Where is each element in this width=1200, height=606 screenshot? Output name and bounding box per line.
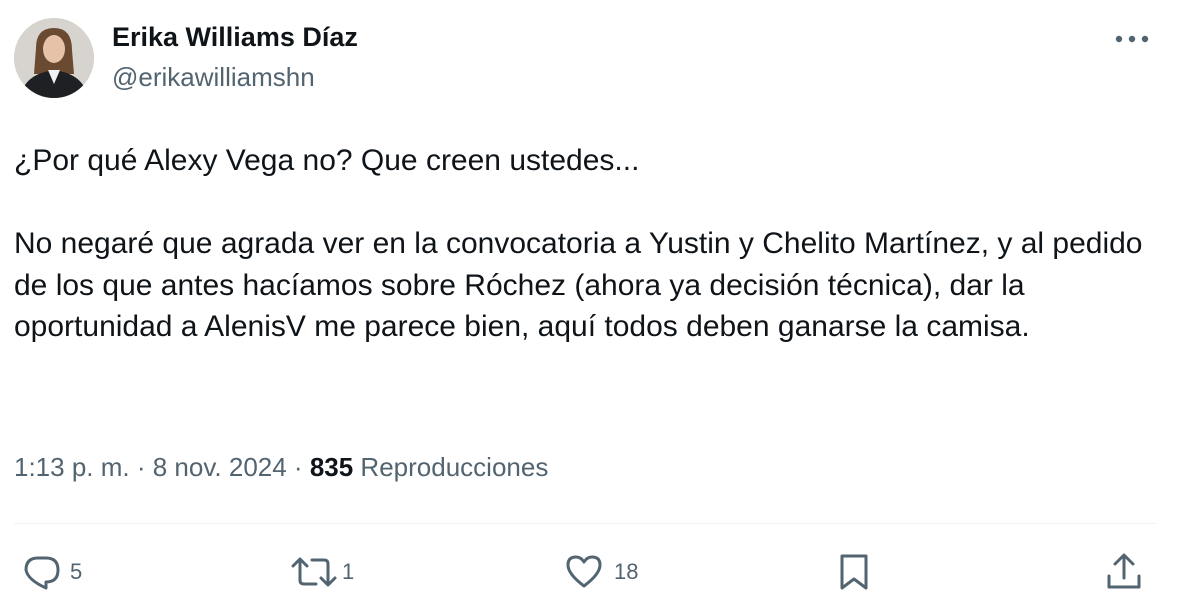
- like-button[interactable]: 18: [564, 552, 638, 592]
- author-avatar[interactable]: [14, 18, 94, 98]
- views-count: 835: [309, 452, 354, 482]
- views-label: Reproducciones: [353, 452, 549, 482]
- more-options-button[interactable]: [1112, 24, 1152, 54]
- avatar-photo: [14, 18, 94, 98]
- bookmark-icon: [840, 554, 868, 590]
- meta-separator: ·: [129, 452, 153, 482]
- share-button[interactable]: [1104, 552, 1144, 592]
- tweet-time[interactable]: 1:13 p. m.: [14, 452, 130, 482]
- author-handle[interactable]: @erikawilliamshn: [112, 62, 315, 93]
- tweet-text: ¿Por qué Alexy Vega no? Que creen ustede…: [14, 140, 1174, 348]
- more-horizontal-icon: [1115, 35, 1149, 43]
- tweet-card: Erika Williams Díaz @erikawilliamshn ¿Po…: [0, 0, 1200, 606]
- share-icon: [1107, 553, 1141, 589]
- tweet-paragraph: ¿Por qué Alexy Vega no? Que creen ustede…: [14, 144, 640, 177]
- tweet-meta: 1:13 p. m. · 8 nov. 2024 · 835 Reproducc…: [14, 452, 548, 483]
- reply-count: 5: [70, 559, 83, 584]
- retweet-icon: [291, 557, 337, 587]
- retweet-button[interactable]: 1: [290, 552, 354, 592]
- divider: [14, 523, 1156, 524]
- reply-button[interactable]: 5: [22, 552, 82, 592]
- like-count: 18: [614, 559, 639, 584]
- tweet-paragraph: No negaré que agrada ver en la convocato…: [14, 227, 1143, 343]
- author-display-name[interactable]: Erika Williams Díaz: [112, 22, 358, 53]
- heart-icon: [566, 555, 602, 588]
- bookmark-button[interactable]: [836, 552, 872, 592]
- retweet-count: 1: [342, 559, 355, 584]
- tweet-date[interactable]: 8 nov. 2024: [153, 452, 287, 482]
- reply-icon: [24, 556, 60, 590]
- meta-separator: ·: [286, 452, 310, 482]
